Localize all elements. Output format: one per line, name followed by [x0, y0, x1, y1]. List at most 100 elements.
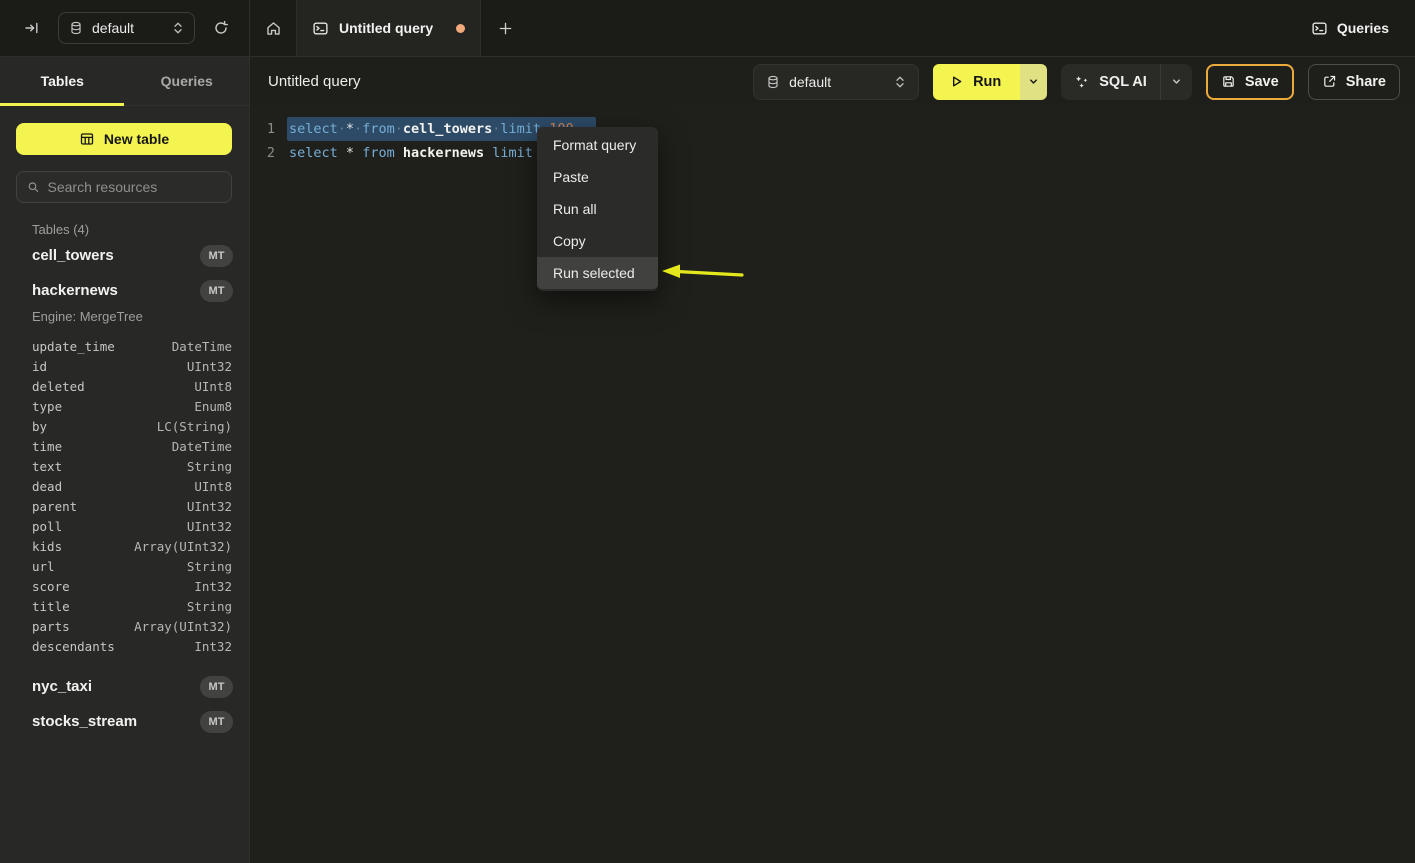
engine-badge: MT [200, 245, 233, 267]
column-row: typeEnum8 [0, 396, 249, 416]
sidebar-tab-tables-label: Tables [41, 73, 84, 89]
line-number: 1 [251, 117, 275, 141]
column-name: text [32, 459, 187, 474]
tables-section-header: Tables (4) [32, 222, 233, 237]
table-row-cell-towers[interactable]: cell_towers MT [0, 239, 249, 272]
column-name: deleted [32, 379, 194, 394]
editor-context-menu: Format query Paste Run all Copy Run sele… [537, 127, 658, 291]
queries-button-label: Queries [1337, 20, 1389, 36]
terminal-icon [312, 20, 329, 37]
save-icon [1221, 74, 1236, 89]
column-row: deadUInt8 [0, 476, 249, 496]
search-icon [27, 180, 40, 194]
column-row: kidsArray(UInt32) [0, 536, 249, 556]
column-type: Array(UInt32) [134, 539, 232, 554]
column-row: deletedUInt8 [0, 376, 249, 396]
column-list: update_timeDateTime idUInt32 deletedUInt… [0, 330, 249, 658]
sidebar-tabs: Tables Queries [0, 57, 249, 106]
share-button[interactable]: Share [1308, 64, 1400, 100]
column-row: byLC(String) [0, 416, 249, 436]
column-type: DateTime [172, 339, 232, 354]
run-options-button[interactable] [1020, 64, 1047, 100]
table-row-nyc-taxi[interactable]: nyc_taxi MT [0, 670, 249, 703]
context-menu-item-run-selected[interactable]: Run selected [537, 257, 658, 289]
column-name: url [32, 559, 187, 574]
column-name: parts [32, 619, 134, 634]
sql-ai-button-label: SQL AI [1099, 74, 1147, 90]
unsaved-indicator-dot [456, 24, 465, 33]
database-selector-value: default [789, 74, 885, 90]
column-name: title [32, 599, 187, 614]
column-type: UInt8 [194, 479, 232, 494]
database-icon [766, 75, 780, 89]
column-name: by [32, 419, 157, 434]
engine-badge: MT [200, 711, 233, 733]
context-menu-item-paste[interactable]: Paste [537, 161, 658, 193]
updown-chevrons-icon [172, 21, 184, 35]
table-name: cell_towers [32, 247, 200, 264]
plus-icon [498, 21, 513, 36]
sql-editor[interactable]: 1 select*fromcell_towerslimit100 2 selec… [251, 106, 1415, 863]
run-button[interactable]: Run [933, 64, 1020, 100]
table-name: hackernews [32, 282, 200, 299]
engine-label: Engine: MergeTree [0, 307, 249, 330]
active-tab-underline [0, 103, 124, 106]
column-type: Array(UInt32) [134, 619, 232, 634]
context-menu-item-copy[interactable]: Copy [537, 225, 658, 257]
column-type: UInt32 [187, 499, 232, 514]
save-button-label: Save [1245, 74, 1279, 90]
column-row: update_timeDateTime [0, 336, 249, 356]
column-type: DateTime [172, 439, 232, 454]
collapse-sidebar-button[interactable] [18, 14, 46, 42]
chevron-down-icon [1171, 76, 1182, 87]
terminal-icon [1311, 20, 1328, 37]
database-selector-value: default [92, 20, 163, 36]
sql-text: select*fromhackernewslimit [289, 141, 533, 165]
run-split-button: Run [933, 64, 1047, 100]
new-tab-button[interactable] [481, 0, 530, 56]
column-name: descendants [32, 639, 194, 654]
topbar-left-section: default [0, 0, 250, 56]
play-icon [949, 74, 964, 89]
column-row: timeDateTime [0, 436, 249, 456]
column-name: dead [32, 479, 194, 494]
column-type: UInt8 [194, 379, 232, 394]
column-type: UInt32 [187, 359, 232, 374]
column-name: parent [32, 499, 187, 514]
chevron-down-icon [1028, 76, 1039, 87]
context-menu-item-format-query[interactable]: Format query [537, 129, 658, 161]
database-selector[interactable]: default [58, 12, 195, 44]
share-button-label: Share [1346, 74, 1386, 90]
column-row: partsArray(UInt32) [0, 616, 249, 636]
database-selector[interactable]: default [753, 64, 919, 100]
search-resources-box[interactable] [16, 171, 232, 203]
save-button[interactable]: Save [1206, 64, 1294, 100]
table-row-hackernews[interactable]: hackernews MT [0, 274, 249, 307]
new-table-button[interactable]: New table [16, 123, 232, 155]
query-toolbar: Untitled query default Run SQL AI [250, 57, 1415, 106]
tab-untitled-query[interactable]: Untitled query [296, 0, 481, 56]
column-row: descendantsInt32 [0, 636, 249, 656]
table-name: nyc_taxi [32, 678, 200, 695]
collapse-sidebar-icon [24, 20, 40, 36]
sidebar-tab-tables[interactable]: Tables [0, 57, 125, 105]
queries-button[interactable]: Queries [1311, 20, 1389, 37]
context-menu-item-run-all[interactable]: Run all [537, 193, 658, 225]
engine-badge: MT [200, 676, 233, 698]
tab-title: Untitled query [339, 20, 446, 36]
sql-ai-button[interactable]: SQL AI [1061, 64, 1161, 100]
search-resources-input[interactable] [48, 179, 221, 195]
column-row: parentUInt32 [0, 496, 249, 516]
sql-ai-options-button[interactable] [1161, 64, 1192, 100]
table-grid-icon [79, 131, 95, 147]
home-button[interactable] [250, 0, 296, 56]
column-type: Int32 [194, 579, 232, 594]
table-row-stocks-stream[interactable]: stocks_stream MT [0, 705, 249, 738]
refresh-button[interactable] [207, 14, 235, 42]
column-row: idUInt32 [0, 356, 249, 376]
refresh-icon [213, 20, 229, 36]
column-name: id [32, 359, 187, 374]
column-row: scoreInt32 [0, 576, 249, 596]
sidebar-tab-queries[interactable]: Queries [125, 57, 250, 105]
column-name: time [32, 439, 172, 454]
